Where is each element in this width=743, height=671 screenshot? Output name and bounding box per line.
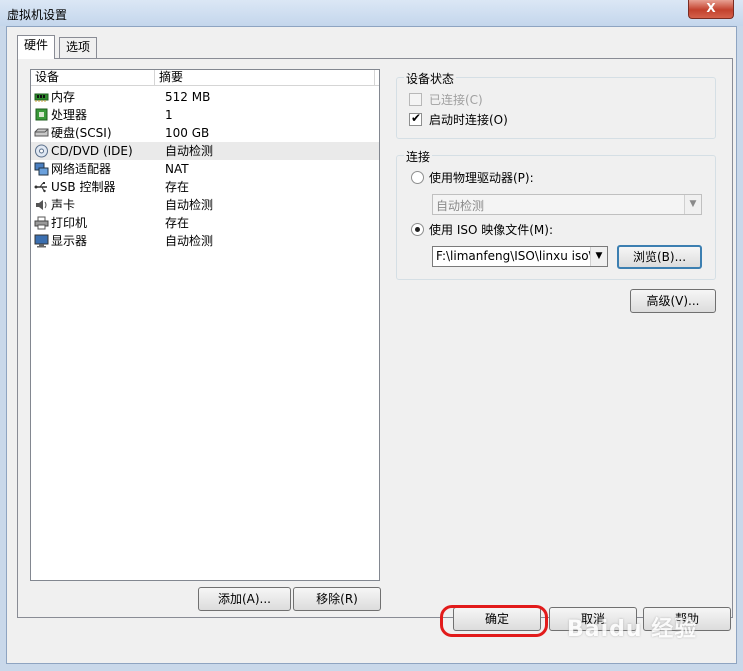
usb-icon <box>34 182 47 193</box>
tab-hardware[interactable]: 硬件 <box>17 35 56 59</box>
device-row-sound-card[interactable]: 声卡 自动检测 <box>31 196 379 214</box>
device-row-processor[interactable]: 处理器 1 <box>31 106 379 124</box>
column-device[interactable]: 设备 <box>31 70 155 86</box>
printer-icon <box>34 216 49 230</box>
device-name: 声卡 <box>51 198 76 212</box>
device-name: 打印机 <box>51 216 88 230</box>
iso-path-combo[interactable]: F:\limanfeng\ISO\linxu iso\lin ▼ <box>432 246 608 267</box>
device-name: USB 控制器 <box>51 180 116 194</box>
add-device-button[interactable]: 添加(A)... <box>198 587 291 611</box>
physical-drive-label: 使用物理驱动器(P): <box>429 171 534 185</box>
device-row-printer[interactable]: 打印机 存在 <box>31 214 379 232</box>
device-name: CD/DVD (IDE) <box>51 144 133 158</box>
physical-drive-value: 自动检测 <box>436 199 485 213</box>
device-name: 硬盘(SCSI) <box>51 126 112 140</box>
hard-disk-icon <box>34 128 49 137</box>
device-row-network-adapter[interactable]: 网络适配器 NAT <box>31 160 379 178</box>
device-summary: 自动检测 <box>165 198 214 212</box>
device-status-group: 设备状态 已连接(C) ✔ 启动时连接(O) <box>396 70 716 139</box>
device-list[interactable]: 设备 摘要 内存 512 MB 处理器 1 硬盘(SCSI) 100 GB CD… <box>30 69 380 581</box>
iso-image-radio[interactable] <box>411 223 424 236</box>
dialog-client: 硬件 选项 设备 摘要 内存 512 MB 处理器 1 硬盘(SCSI) 100… <box>6 26 737 664</box>
device-row-display[interactable]: 显示器 自动检测 <box>31 232 379 250</box>
window-title: 虚拟机设置 <box>7 8 68 22</box>
display-icon <box>34 234 49 248</box>
device-summary: 100 GB <box>165 126 210 140</box>
device-summary: 存在 <box>165 180 190 194</box>
connection-label: 连接 <box>404 148 433 165</box>
browse-button[interactable]: 浏览(B)... <box>617 245 702 269</box>
sound-card-icon <box>36 200 47 210</box>
device-row-hard-disk[interactable]: 硬盘(SCSI) 100 GB <box>31 124 379 142</box>
iso-path-value: F:\limanfeng\ISO\linxu iso\lin <box>436 249 607 263</box>
connection-group: 连接 使用物理驱动器(P): 自动检测 ▼ 使用 ISO 映像文件(M): F:… <box>396 148 716 280</box>
cd-dvd-icon <box>35 144 48 158</box>
device-summary: NAT <box>165 162 189 176</box>
close-icon: X <box>706 1 716 15</box>
column-summary[interactable]: 摘要 <box>155 70 375 86</box>
device-row-cd-dvd[interactable]: CD/DVD (IDE) 自动检测 <box>31 142 379 160</box>
connected-label: 已连接(C) <box>429 93 483 107</box>
chevron-down-icon: ▼ <box>684 195 701 214</box>
connect-at-power-on-checkbox[interactable]: ✔ <box>409 111 422 126</box>
radio-selected-dot <box>415 227 420 232</box>
device-row-usb[interactable]: USB 控制器 存在 <box>31 178 379 196</box>
cpu-icon <box>35 108 48 121</box>
chevron-down-icon: ▼ <box>590 247 607 266</box>
device-list-header: 设备 摘要 <box>31 70 379 86</box>
title-bar: 虚拟机设置 X <box>0 0 743 26</box>
memory-icon <box>34 93 49 102</box>
physical-drive-radio[interactable] <box>411 171 424 184</box>
highlight-annotation <box>440 605 548 637</box>
device-name: 内存 <box>51 90 76 104</box>
device-name: 处理器 <box>51 108 88 122</box>
advanced-button[interactable]: 高级(V)... <box>630 289 716 313</box>
device-summary: 存在 <box>165 216 190 230</box>
baidu-watermark: Baidu 经验 <box>567 617 698 642</box>
connected-checkbox[interactable] <box>409 93 422 106</box>
device-summary: 自动检测 <box>165 234 214 248</box>
remove-device-button[interactable]: 移除(R) <box>293 587 381 611</box>
connect-at-power-on-label: 启动时连接(O) <box>429 113 508 127</box>
device-summary: 自动检测 <box>165 144 214 158</box>
physical-drive-select[interactable]: 自动检测 ▼ <box>432 194 702 215</box>
checkmark-icon: ✔ <box>411 111 422 125</box>
device-name: 显示器 <box>51 234 88 248</box>
close-button[interactable]: X <box>688 0 734 19</box>
device-status-label: 设备状态 <box>404 70 457 87</box>
device-summary: 1 <box>165 108 173 122</box>
device-row-memory[interactable]: 内存 512 MB <box>31 88 379 106</box>
iso-image-label: 使用 ISO 映像文件(M): <box>429 223 553 237</box>
network-adapter-icon <box>34 162 49 176</box>
tab-options[interactable]: 选项 <box>59 37 98 58</box>
hardware-panel: 设备 摘要 内存 512 MB 处理器 1 硬盘(SCSI) 100 GB CD… <box>17 58 733 618</box>
device-name: 网络适配器 <box>51 162 112 176</box>
device-summary: 512 MB <box>165 90 211 104</box>
